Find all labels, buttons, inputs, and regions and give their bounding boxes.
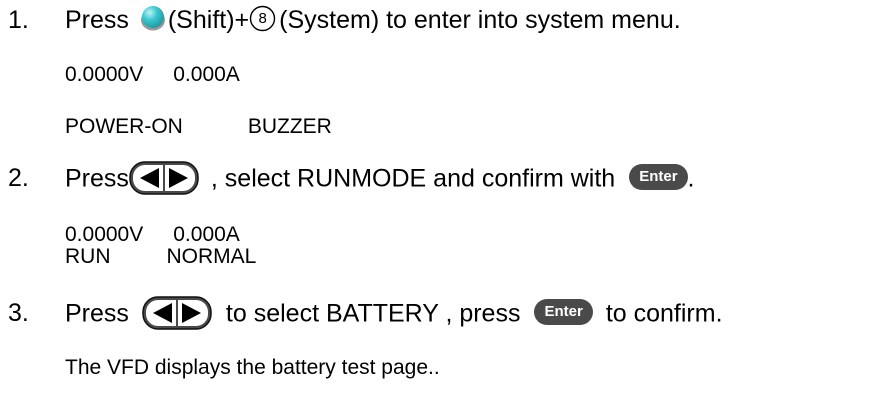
- step-1-press-word: Press: [65, 6, 129, 34]
- step-2-text: Press , select RUNMODE and confirm with E…: [65, 161, 695, 197]
- step-3-note: The VFD displays the battery test page..: [65, 355, 440, 381]
- step-2-voltage: 0.0000V: [65, 223, 144, 246]
- step-3-press-word: Press: [65, 299, 129, 328]
- step-2-normal: NORMAL: [166, 245, 257, 268]
- step-3-number: 3.: [8, 299, 29, 327]
- step-3-end-text: to confirm.: [605, 299, 723, 328]
- left-right-arrow-keys-icon: [142, 296, 212, 330]
- vfd-note: The VFD displays the battery test page..: [65, 356, 440, 379]
- shift-key-icon: [140, 6, 165, 31]
- step-2-number: 2.: [8, 164, 29, 192]
- step-1-display-line-1: 0.0000V 0.000A: [65, 62, 240, 88]
- step-2-display-line-2: RUN NORMAL: [65, 244, 256, 270]
- number-8-key-icon: 8: [249, 5, 276, 32]
- left-right-arrow-keys-icon: [129, 161, 199, 195]
- step-1-text: Press (Shift)+ 8 (System) to enter into …: [65, 5, 681, 35]
- step-1-number: 1.: [8, 6, 29, 34]
- system-key-number: 8: [258, 9, 267, 27]
- step-2-run: RUN: [65, 245, 111, 268]
- system-label: (System) to enter into system menu.: [279, 6, 681, 34]
- enter-key-icon: Enter: [534, 299, 593, 325]
- step-3-middle-text: to select BATTERY , press: [225, 299, 521, 328]
- step-1-display-line-2: POWER-ON BUZZER: [65, 114, 332, 140]
- step-1-buzzer: BUZZER: [247, 115, 332, 138]
- step-1-power-on: POWER-ON: [65, 115, 183, 138]
- step-1-current: 0.000A: [173, 63, 240, 86]
- step-1-voltage: 0.0000V: [65, 63, 144, 86]
- enter-key-icon: Enter: [629, 164, 688, 190]
- step-2-press-word: Press: [65, 164, 129, 193]
- step-2-period: .: [687, 164, 695, 193]
- step-3-text: Press to select BATTERY , press Enter to c…: [65, 296, 723, 332]
- shift-label: (Shift)+: [167, 6, 250, 34]
- step-2-middle-text: , select RUNMODE and confirm with: [210, 164, 616, 193]
- step-2-current: 0.000A: [173, 223, 240, 246]
